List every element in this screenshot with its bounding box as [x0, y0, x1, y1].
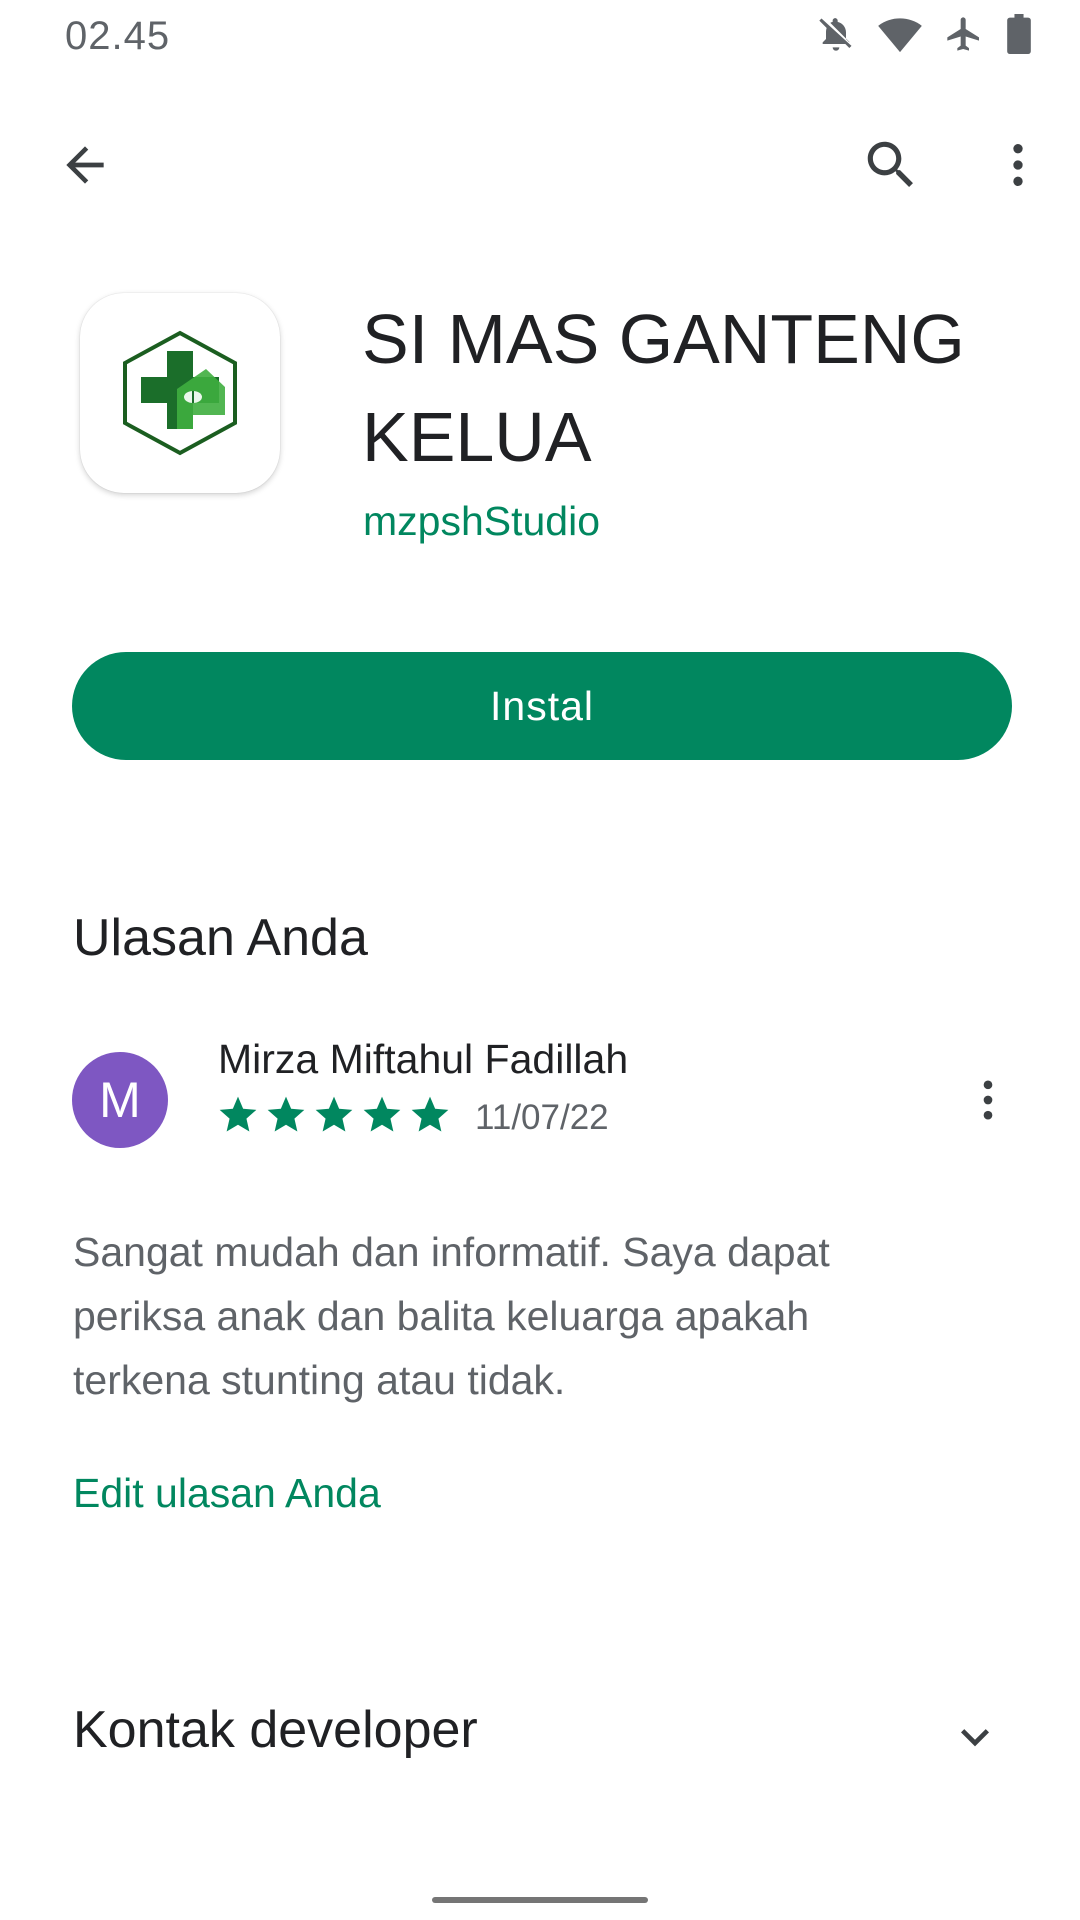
star-icon — [267, 1096, 305, 1132]
wifi-icon — [878, 14, 922, 54]
edit-review-link[interactable]: Edit ulasan Anda — [73, 1470, 381, 1517]
status-bar: 02.45 — [0, 0, 1080, 80]
status-time: 02.45 — [65, 14, 171, 58]
contact-developer-title: Kontak developer — [73, 1701, 478, 1759]
avatar: M — [72, 1052, 168, 1148]
star-icon — [411, 1096, 449, 1132]
your-review-title: Ulasan Anda — [73, 909, 368, 967]
reviewer-name: Mirza Miftahul Fadillah — [218, 1036, 629, 1082]
battery-icon — [1006, 14, 1032, 54]
screen: 02.45 SI MAS GANTENG KELUA mzpshStudio I… — [0, 0, 1080, 1920]
more-vert-icon — [983, 1080, 993, 1120]
review-date: 11/07/22 — [475, 1098, 609, 1137]
notifications-off-icon — [816, 14, 856, 54]
star-icon — [363, 1096, 401, 1132]
developer-link[interactable]: mzpshStudio — [363, 498, 600, 545]
airplane-icon — [944, 14, 984, 54]
star-icon — [219, 1096, 257, 1132]
back-arrow-icon — [66, 146, 104, 184]
search-icon — [867, 141, 913, 187]
app-title: SI MAS GANTENG KELUA — [362, 300, 965, 476]
more-vert-icon — [1013, 144, 1023, 186]
review-more-button[interactable] — [940, 1052, 1036, 1148]
health-cross-house-icon — [123, 330, 237, 456]
star-icon — [315, 1096, 353, 1132]
contact-developer-row[interactable]: Kontak developer — [0, 1680, 1080, 1780]
app-icon — [80, 293, 280, 493]
app-bar — [0, 100, 1080, 230]
install-button[interactable]: Instal — [72, 652, 1012, 760]
review-text: Sangat mudah dan informatif. Saya dapat … — [73, 1229, 830, 1403]
status-icons — [816, 14, 1032, 54]
back-button[interactable] — [37, 117, 133, 213]
more-options-button[interactable] — [970, 117, 1066, 213]
rating-stars — [216, 1093, 452, 1137]
search-button[interactable] — [843, 117, 939, 213]
navigation-handle[interactable] — [432, 1897, 648, 1903]
chevron-down-icon — [940, 1702, 1010, 1772]
